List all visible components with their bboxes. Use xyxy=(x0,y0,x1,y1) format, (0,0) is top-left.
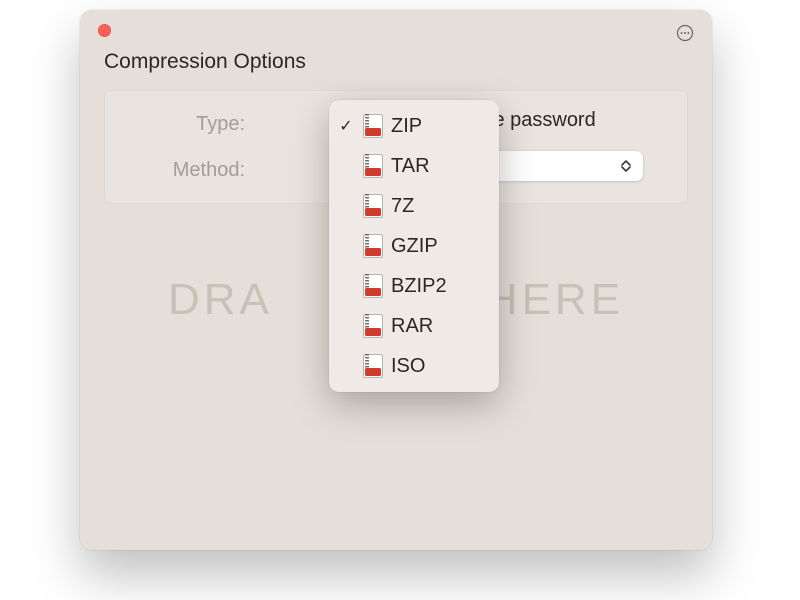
type-option-gzip[interactable]: GZIP xyxy=(329,226,499,266)
type-option-label: ISO xyxy=(391,355,489,378)
type-label: Type: xyxy=(105,113,255,136)
app-window: Compression Options Type: Method: Use pa… xyxy=(80,10,712,550)
type-option-rar[interactable]: RAR xyxy=(329,306,499,346)
archive-file-icon xyxy=(363,114,383,138)
type-option-label: BZIP2 xyxy=(391,275,489,298)
ellipsis-circle-icon xyxy=(676,24,694,42)
chevron-up-down-icon xyxy=(621,160,631,172)
type-option-tar[interactable]: TAR xyxy=(329,146,499,186)
type-option-zip[interactable]: ✓ ZIP xyxy=(329,106,499,146)
type-option-iso[interactable]: ISO xyxy=(329,346,499,386)
type-option-7z[interactable]: 7Z xyxy=(329,186,499,226)
type-option-label: 7Z xyxy=(391,195,489,218)
type-dropdown-menu[interactable]: ✓ ZIP TAR 7Z GZIP xyxy=(329,100,499,392)
archive-file-icon xyxy=(363,314,383,338)
archive-file-icon xyxy=(363,354,383,378)
type-option-label: GZIP xyxy=(391,235,489,258)
titlebar xyxy=(80,10,712,46)
archive-file-icon xyxy=(363,154,383,178)
section-title: Compression Options xyxy=(104,50,306,74)
checkmark-icon: ✓ xyxy=(337,116,355,136)
type-option-label: ZIP xyxy=(391,115,489,138)
archive-file-icon xyxy=(363,274,383,298)
archive-file-icon xyxy=(363,194,383,218)
type-option-label: TAR xyxy=(391,155,489,178)
more-options-button[interactable] xyxy=(674,22,696,44)
type-option-label: RAR xyxy=(391,315,489,338)
close-window-button[interactable] xyxy=(98,24,111,37)
archive-file-icon xyxy=(363,234,383,258)
method-label: Method: xyxy=(105,159,255,182)
type-option-bzip2[interactable]: BZIP2 xyxy=(329,266,499,306)
